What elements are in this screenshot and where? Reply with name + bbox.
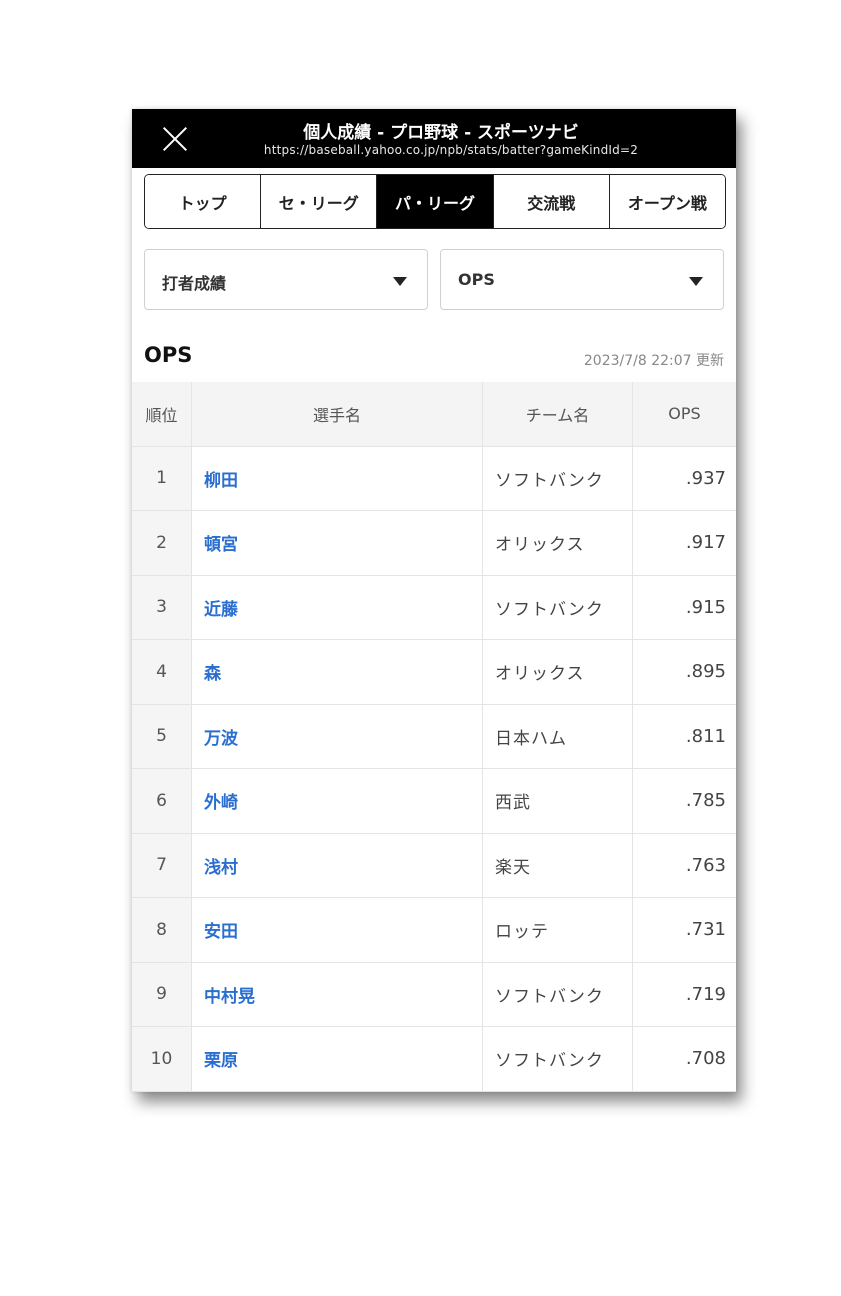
rank-cell: 3	[132, 575, 192, 639]
rank-cell: 4	[132, 640, 192, 704]
table-row: 5 万波 日本ハム .811	[132, 704, 736, 769]
rank-cell: 9	[132, 962, 192, 1026]
ops-value-cell: .731	[685, 919, 726, 941]
caret-down-icon	[393, 277, 407, 286]
team-name-cell: ソフトバンク	[483, 962, 633, 1026]
updated-timestamp: 2023/7/8 22:07 更新	[583, 353, 724, 369]
section-title: OPS	[144, 343, 193, 367]
stats-page-card: 個人成績 - プロ野球 - スポーツナビ https://baseball.ya…	[132, 109, 736, 1092]
team-name-cell: ソフトバンク	[483, 1027, 633, 1091]
table-header-row: 順位 選手名 チーム名 OPS	[132, 382, 736, 447]
player-name-link[interactable]: 近藤	[192, 575, 483, 639]
player-name-link[interactable]: 頓宮	[192, 511, 483, 575]
tab-open-games[interactable]: オープン戦	[609, 175, 725, 228]
ranking-table: 順位 選手名 チーム名 OPS 1 柳田 ソフトバンク .937 2 頓宮 オリックス .91…	[132, 382, 736, 1092]
tab-top[interactable]: トップ	[145, 175, 262, 228]
rank-cell: 7	[132, 833, 192, 897]
player-name-link[interactable]: 万波	[192, 704, 483, 768]
player-name-link[interactable]: 安田	[192, 898, 483, 962]
table-row: 1 柳田 ソフトバンク .937	[132, 446, 736, 511]
ops-value-cell: .917	[685, 532, 726, 554]
caret-down-icon	[689, 277, 703, 286]
header-rank: 順位	[132, 382, 192, 446]
rank-cell: 8	[132, 898, 192, 962]
team-name-cell: ソフトバンク	[483, 575, 633, 639]
ops-value-cell: .937	[685, 467, 726, 489]
tab-interleague[interactable]: 交流戦	[493, 175, 610, 228]
league-tabs: トップ セ・リーグ パ・リーグ 交流戦 オープン戦	[144, 174, 726, 229]
rank-cell: 10	[132, 1027, 192, 1091]
category-select[interactable]: 打者成績	[144, 249, 428, 310]
page-url: https://baseball.yahoo.co.jp/npb/stats/b…	[263, 143, 639, 157]
team-name-cell: 日本ハム	[483, 704, 633, 768]
category-select-value: 打者成績	[162, 274, 227, 293]
header-team-name: チーム名	[483, 382, 633, 446]
page-title: 個人成績 - プロ野球 - スポーツナビ	[303, 123, 579, 143]
team-name-cell: ロッテ	[483, 898, 633, 962]
table-row: 7 浅村 楽天 .763	[132, 833, 736, 898]
table-row: 10 栗原 ソフトバンク .708	[132, 1027, 736, 1092]
title-bar: 個人成績 - プロ野球 - スポーツナビ https://baseball.ya…	[132, 109, 736, 168]
ops-value-cell: .719	[685, 983, 726, 1005]
team-name-cell: 楽天	[483, 833, 633, 897]
tab-pacific-league[interactable]: パ・リーグ	[377, 175, 494, 228]
ops-value-cell: .895	[685, 661, 726, 683]
team-name-cell: オリックス	[483, 640, 633, 704]
ops-value-cell: .763	[685, 854, 726, 876]
table-row: 8 安田 ロッテ .731	[132, 898, 736, 963]
team-name-cell: 西武	[483, 769, 633, 833]
table-row: 2 頓宮 オリックス .917	[132, 511, 736, 576]
header-ops: OPS	[668, 404, 701, 424]
ops-value-cell: .708	[685, 1048, 726, 1070]
player-name-link[interactable]: 外崎	[192, 769, 483, 833]
table-row: 6 外崎 西武 .785	[132, 769, 736, 834]
team-name-cell: オリックス	[483, 511, 633, 575]
player-name-link[interactable]: 森	[192, 640, 483, 704]
ops-value-cell: .915	[685, 596, 726, 618]
rank-cell: 6	[132, 769, 192, 833]
rank-cell: 1	[132, 446, 192, 510]
ops-value-cell: .811	[685, 725, 726, 747]
player-name-link[interactable]: 中村晃	[192, 962, 483, 1026]
team-name-cell: ソフトバンク	[483, 446, 633, 510]
rank-cell: 5	[132, 704, 192, 768]
table-row: 3 近藤 ソフトバンク .915	[132, 575, 736, 640]
player-name-link[interactable]: 柳田	[192, 446, 483, 510]
rank-cell: 2	[132, 511, 192, 575]
player-name-link[interactable]: 栗原	[192, 1027, 483, 1091]
ops-value-cell: .785	[685, 790, 726, 812]
stat-select[interactable]: OPS	[440, 249, 724, 310]
stat-select-value: OPS	[458, 270, 495, 289]
table-row: 9 中村晃 ソフトバンク .719	[132, 962, 736, 1027]
table-row: 4 森オリックス .895	[132, 640, 736, 705]
tab-central-league[interactable]: セ・リーグ	[261, 175, 378, 228]
player-name-link[interactable]: 浅村	[192, 833, 483, 897]
header-player-name: 選手名	[192, 382, 483, 446]
